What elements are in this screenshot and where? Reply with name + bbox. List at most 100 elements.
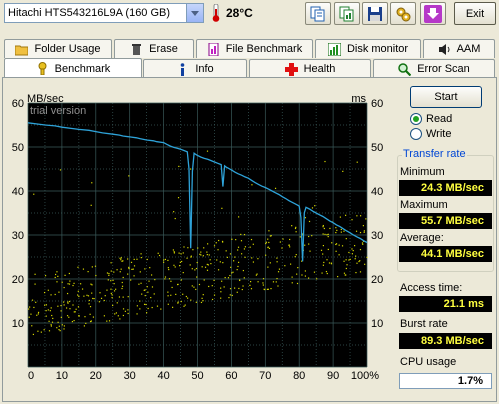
access-time-point (267, 238, 269, 240)
access-time-point (295, 226, 297, 228)
y2-tick-label: 40 (371, 186, 383, 198)
access-time-point (189, 264, 191, 266)
access-time-point (224, 276, 226, 279)
access-time-point (140, 282, 142, 284)
access-time-point (225, 250, 227, 252)
access-time-label: Access time: (400, 282, 463, 294)
write-radio[interactable]: Write (410, 128, 451, 140)
access-time-point (229, 294, 231, 296)
x-tick-label: 90 (327, 370, 339, 382)
access-time-point (172, 249, 174, 251)
access-time-point (168, 278, 171, 280)
access-time-point (289, 263, 292, 265)
access-time-point (63, 325, 65, 327)
access-time-point (223, 286, 225, 288)
options-button[interactable] (390, 2, 416, 25)
access-time-point (48, 330, 51, 332)
access-time-point (111, 297, 113, 299)
access-time-point (98, 301, 100, 303)
access-time-point (87, 271, 89, 273)
access-time-point (329, 227, 331, 230)
access-time-point (184, 304, 186, 306)
exit-button[interactable]: Exit (454, 2, 496, 25)
access-time-point (127, 258, 129, 260)
access-time-point (237, 261, 240, 263)
access-time-point (342, 170, 344, 172)
access-time-point (242, 269, 244, 272)
access-time-point (208, 254, 210, 256)
access-time-point (173, 251, 175, 253)
access-time-point (173, 211, 175, 213)
x-tick-label: 40 (157, 370, 169, 382)
access-time-point (279, 241, 281, 243)
access-time-point (31, 299, 34, 301)
access-time-point (100, 297, 103, 299)
access-time-point (328, 262, 331, 264)
access-time-point (45, 304, 48, 306)
access-time-point (68, 300, 71, 303)
access-time-point (150, 274, 153, 276)
access-time-point (144, 294, 146, 297)
access-time-point (30, 313, 32, 315)
access-time-point (177, 197, 180, 199)
access-time-point (91, 292, 93, 294)
access-time-point (57, 275, 59, 277)
access-time-point (190, 299, 192, 301)
benchmark-chart: 10 10 20 20 30 30 40 40 50 50 60 60 0 10 20 30 40 50 60 70 8… (12, 93, 384, 382)
access-time-point (190, 256, 192, 258)
access-time-point (233, 260, 235, 262)
trial-version-watermark: trial version (30, 105, 86, 117)
access-time-point (250, 238, 253, 241)
access-time-point (147, 307, 149, 310)
access-time-point (54, 276, 56, 279)
access-time-point (127, 273, 129, 275)
access-time-point (119, 257, 121, 259)
access-time-point (178, 252, 180, 254)
access-time-point (130, 261, 133, 263)
access-time-point (114, 313, 116, 315)
access-time-point (83, 325, 85, 327)
access-time-point (322, 233, 324, 235)
access-time-point (345, 259, 347, 261)
access-time-point (133, 265, 136, 267)
access-time-point (266, 288, 269, 291)
access-time-point (351, 248, 353, 250)
tab-error-scan[interactable]: Error Scan (373, 59, 495, 78)
access-time-point (195, 301, 197, 303)
access-time-point (50, 307, 52, 309)
tab-aam[interactable]: AAM (423, 39, 495, 58)
access-time-point (277, 271, 280, 273)
access-time-point (91, 266, 93, 268)
read-radio[interactable]: Read (410, 113, 452, 125)
access-time-point (195, 267, 198, 270)
y2-tick-label: 30 (371, 230, 383, 242)
access-time-point (241, 253, 243, 255)
access-time-point (338, 244, 340, 246)
access-time-point (304, 244, 306, 246)
access-time-point (136, 305, 138, 307)
access-time-point (139, 308, 141, 310)
access-time-point (148, 280, 150, 282)
access-time-point (235, 239, 237, 241)
read-radio-dot[interactable] (410, 113, 422, 125)
cpu-usage-label: CPU usage (400, 356, 457, 368)
access-time-point (348, 259, 350, 261)
access-time-point (57, 321, 59, 323)
access-time-point (252, 243, 254, 245)
write-radio-dot[interactable] (410, 128, 422, 140)
access-time-point (158, 254, 161, 257)
access-time-point (127, 312, 129, 315)
access-time-point (69, 308, 71, 310)
access-time-point (323, 227, 325, 230)
transfer-rate-title: Transfer rate (402, 148, 467, 160)
access-time-point (226, 256, 229, 258)
access-time-point (66, 315, 69, 317)
start-button[interactable]: Start (410, 86, 482, 108)
access-time-point (249, 284, 251, 286)
left-unit-label: MB/sec (27, 93, 64, 105)
access-time-point (281, 247, 283, 249)
access-time-point (167, 291, 169, 293)
access-time-point (33, 193, 35, 195)
download-button[interactable] (420, 2, 446, 25)
access-time-point (304, 275, 307, 277)
